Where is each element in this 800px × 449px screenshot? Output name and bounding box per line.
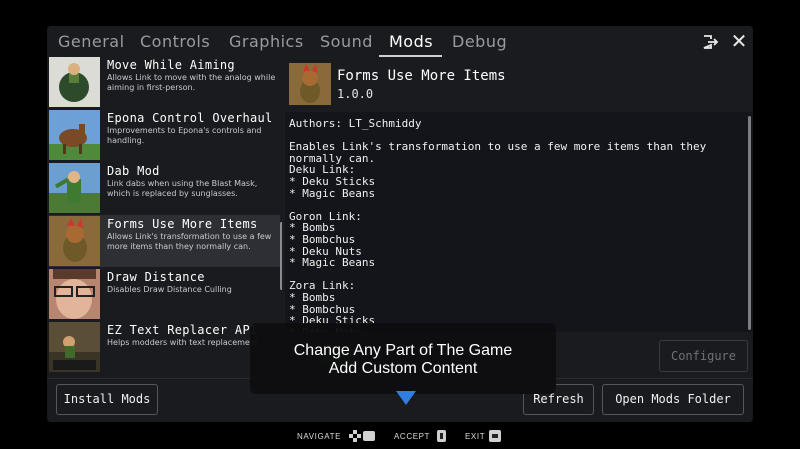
mod-thumbnail-image <box>49 57 100 107</box>
mod-thumbnail-image <box>49 269 100 319</box>
tab-mods[interactable]: Mods <box>389 32 433 51</box>
mod-title: Epona Control Overhaul <box>107 111 273 125</box>
close-icon[interactable]: ✕ <box>729 31 749 51</box>
hint-navigate-label: NAVIGATE <box>297 432 342 441</box>
mod-description-text: Authors: LT_Schmiddy Enables Link's tran… <box>289 117 707 332</box>
tab-general[interactable]: General <box>58 32 125 51</box>
mod-description-panel[interactable]: Authors: LT_Schmiddy Enables Link's tran… <box>285 112 753 332</box>
active-tab-underline <box>379 55 442 57</box>
selected-mod-title: Forms Use More Items <box>337 68 506 84</box>
mod-description: Improvements to Epona's controls and han… <box>107 126 262 145</box>
tab-graphics[interactable]: Graphics <box>229 32 304 51</box>
tab-bar: General Controls Graphics Sound Mods Deb… <box>47 26 753 58</box>
mod-list[interactable]: Move While Aiming Allows Link to move wi… <box>49 56 282 374</box>
escape-key-icon <box>489 430 501 442</box>
selected-mod-version: 1.0.0 <box>337 87 374 101</box>
mod-item-draw-distance[interactable]: Draw Distance Disables Draw Distance Cul… <box>49 268 280 320</box>
mod-item-forms-use-more-items[interactable]: Forms Use More Items Allows Link's trans… <box>49 215 280 267</box>
mod-thumbnail-image <box>49 163 100 213</box>
hint-exit-label: EXIT <box>465 432 486 441</box>
mod-title: EZ Text Replacer API <box>107 323 258 337</box>
description-scrollbar[interactable] <box>748 116 751 330</box>
mod-description: Allows Link's transformation to use a fe… <box>107 232 272 251</box>
feature-tooltip: Change Any Part of The Game Add Custom C… <box>250 323 556 394</box>
selected-mod-thumbnail-image <box>289 63 331 105</box>
mod-thumbnail-image <box>49 110 100 160</box>
mod-thumbnail-image <box>49 322 100 372</box>
tooltip-line-2: Add Custom Content <box>328 360 478 377</box>
configure-button[interactable]: Configure <box>659 340 748 372</box>
mod-item-epona-control-overhaul[interactable]: Epona Control Overhaul Improvements to E… <box>49 109 280 161</box>
accept-key-icon <box>437 430 446 442</box>
tab-sound[interactable]: Sound <box>320 32 373 51</box>
tab-debug[interactable]: Debug <box>452 32 507 51</box>
mod-item-dab-mod[interactable]: Dab Mod Link dabs when using the Blast M… <box>49 162 280 214</box>
tab-controls[interactable]: Controls <box>140 32 210 51</box>
mod-list-scrollbar[interactable] <box>280 222 282 290</box>
mod-title: Forms Use More Items <box>107 217 258 231</box>
dpad-icon <box>349 430 375 442</box>
mod-title: Draw Distance <box>107 270 205 284</box>
mod-item-ez-text-replacer-api[interactable]: EZ Text Replacer API Helps modders with … <box>49 321 280 373</box>
open-mods-folder-button[interactable]: Open Mods Folder <box>602 384 744 415</box>
tooltip-arrow-icon <box>396 391 416 405</box>
mod-title: Dab Mod <box>107 164 160 178</box>
tooltip-line-1: Change Any Part of The Game <box>293 342 513 359</box>
mod-thumbnail-image <box>49 216 100 266</box>
install-mods-button[interactable]: Install Mods <box>56 384 158 415</box>
mod-item-move-while-aiming[interactable]: Move While Aiming Allows Link to move wi… <box>49 56 280 108</box>
hint-accept-label: ACCEPT <box>394 432 431 441</box>
exit-icon[interactable] <box>701 33 719 51</box>
mod-description: Disables Draw Distance Culling <box>107 285 232 294</box>
mod-description: Allows Link to move with the analog whil… <box>107 73 276 92</box>
mod-title: Move While Aiming <box>107 58 235 72</box>
mod-description: Link dabs when using the Blast Mask, whi… <box>107 179 258 198</box>
